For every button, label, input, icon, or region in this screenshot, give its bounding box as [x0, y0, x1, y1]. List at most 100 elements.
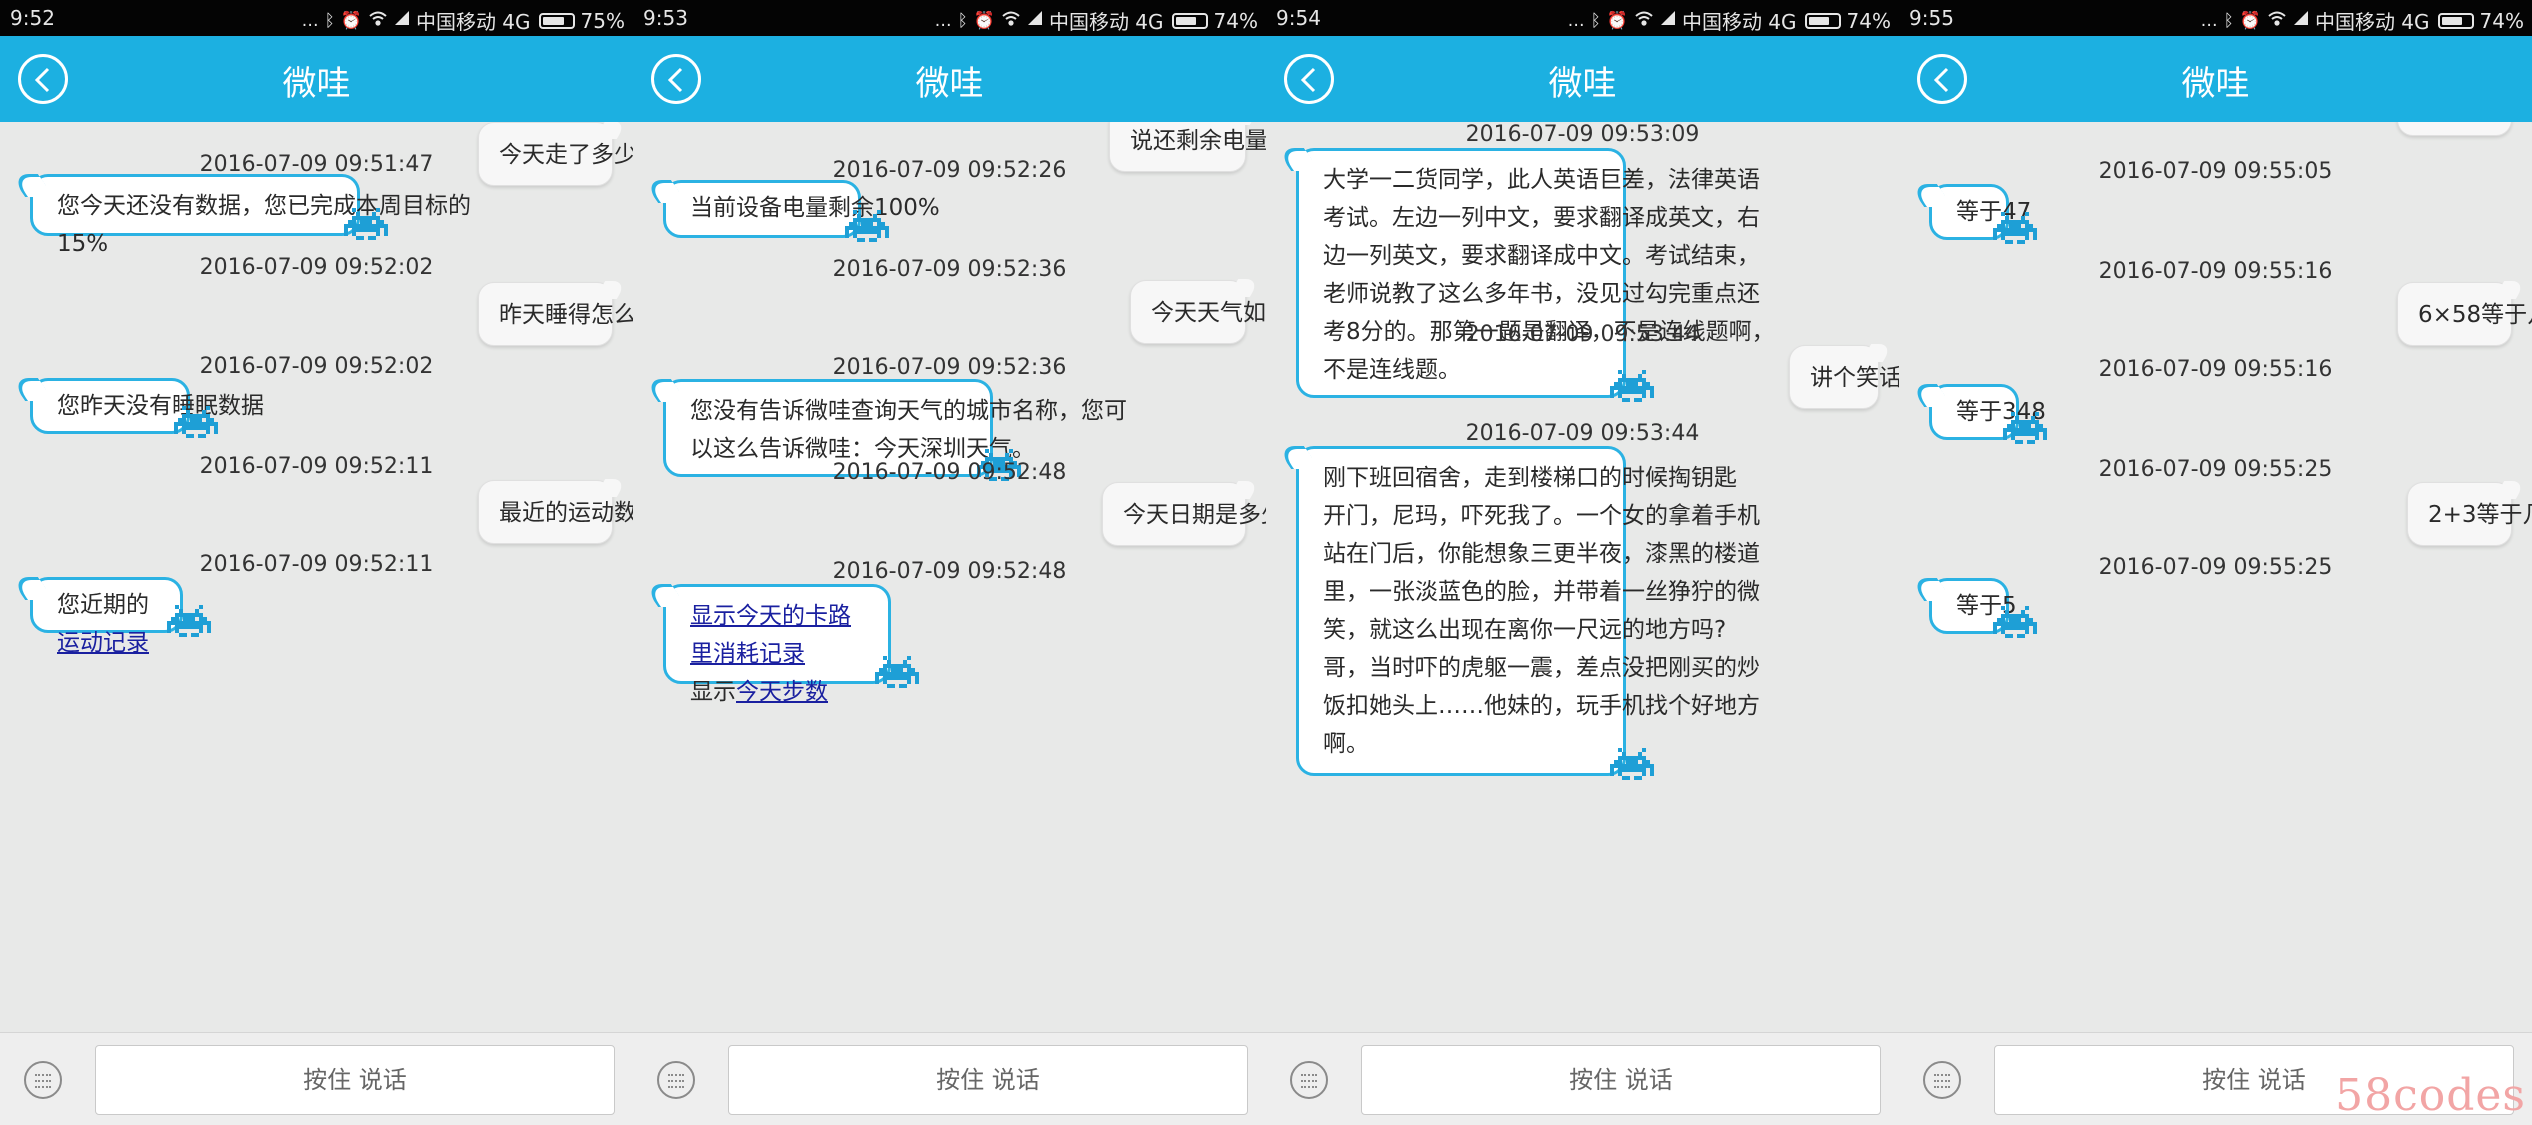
hold-to-talk-button[interactable]: 按住 说话	[95, 1045, 615, 1115]
bot-message-line: 里，一张淡蓝色的脸，并带着一丝狰狞的微	[1323, 579, 1760, 605]
title-bar: 微哇	[1899, 36, 2532, 122]
keyboard-icon[interactable]	[657, 1061, 695, 1099]
title-bar: 微哇	[1266, 36, 1899, 122]
signal-icon	[2293, 10, 2309, 31]
status-bar: 9:55 … ᛒ ⏰ 中国移动 4G 74%	[1899, 0, 2532, 36]
bot-message: 您今天还没有数据，您已完成本周目标的 15%	[30, 174, 471, 257]
message-timestamp: 2016-07-09 09:52:48	[832, 559, 1067, 584]
robot-avatar-icon	[1993, 212, 2037, 244]
steps-prefix: 显示	[690, 679, 736, 705]
message-timestamp: 2016-07-09 09:52:02	[199, 255, 434, 280]
bot-message-line: 笑，就这么出现在离你一尺远的地方吗?	[1323, 617, 1727, 643]
activity-record-link[interactable]: 运动记录	[57, 630, 149, 656]
chat-area[interactable]: 今天走了多少步2016-07-09 09:51:47您今天还没有数据，您已完成本…	[0, 122, 633, 1032]
carrier-label: 中国移动 4G	[1681, 10, 1797, 34]
wifi-icon	[2267, 10, 2287, 31]
phone-screen-3: 9:54… ᛒ ⏰ 中国移动 4G 74% 微哇 2016-07-09 09:53:09 大学…	[1266, 0, 1899, 1125]
more-dots-icon: …	[2200, 10, 2218, 31]
wifi-icon	[1001, 10, 1021, 31]
message-timestamp: 2016-07-09 09:52:36	[832, 355, 1067, 380]
title-bar: 微哇	[0, 36, 633, 122]
keyboard-icon[interactable]	[1923, 1061, 1961, 1099]
chat-area[interactable]: 235÷5等于几 2016-07-09 09:55:05 等于47 2016-07-0…	[1899, 122, 2532, 1032]
alarm-icon: ⏰	[2239, 10, 2261, 31]
battery-icon	[1804, 12, 1841, 29]
message-timestamp: 2016-07-09 09:52:02	[199, 354, 434, 379]
screens-container: 9:52…ᛒ⏰中国移动 4G75%微哇今天走了多少步2016-07-09 09:…	[0, 0, 2532, 1125]
signal-icon	[1027, 10, 1043, 31]
status-right: … ᛒ ⏰ 中国移动 4G 74%	[1568, 6, 1891, 35]
alarm-icon: ⏰	[1606, 10, 1628, 31]
phone-screen-2: 9:53…ᛒ⏰中国移动 4G74%微哇说还剩余电量。2016-07-09 09:…	[633, 0, 1266, 1125]
battery-percent: 74%	[1213, 8, 1258, 33]
carrier-label: 中国移动 4G	[415, 10, 531, 34]
user-message-text: 今天日期是多少啊	[1123, 502, 1266, 528]
page-title: 微哇	[915, 64, 984, 104]
message-timestamp: 2016-07-09 09:55:25	[2098, 457, 2333, 482]
user-message: 最近的运动数据	[478, 480, 633, 544]
bot-message-line: 等于47	[1956, 199, 2032, 225]
wifi-icon	[368, 10, 388, 31]
status-time: 9:53	[643, 6, 688, 30]
user-message-text: 最近的运动数据	[499, 500, 633, 526]
user-message: 6×58等于几	[2397, 282, 2532, 346]
alarm-icon: ⏰	[340, 10, 362, 31]
status-bar: 9:52 … ᛒ ⏰ 中国移动 4G 75%	[0, 0, 633, 36]
message-timestamp: 2016-07-09 09:52:11	[199, 552, 434, 577]
wifi-icon	[1634, 10, 1654, 31]
user-message: 讲个笑话	[1789, 345, 1899, 409]
chat-area[interactable]: 说还剩余电量。2016-07-09 09:52:26当前设备电量剩余100%20…	[633, 122, 1266, 1032]
battery-fill	[1175, 16, 1197, 25]
bot-message-line: 饭扣她头上……他妹的，玩手机找个好地方	[1323, 693, 1760, 719]
chat-area[interactable]: 2016-07-09 09:53:09 大学一二货同学，此人英语巨差，法律英语 考试…	[1266, 122, 1899, 1032]
more-dots-icon: …	[1567, 10, 1585, 31]
hold-to-talk-button[interactable]: 按住 说话	[728, 1045, 1248, 1115]
more-dots-icon: …	[301, 10, 319, 31]
message-timestamp: 2016-07-09 09:53:44	[1465, 322, 1700, 347]
activity-line: 您近期的运动记录	[57, 586, 156, 662]
user-message: 今天天气如何	[1130, 280, 1266, 344]
carrier-label: 中国移动 4G	[2314, 10, 2430, 34]
calorie-record-link[interactable]: 显示今天的卡路里消耗记录	[690, 597, 864, 673]
bluetooth-icon: ᛒ	[957, 10, 968, 31]
phone-screen-1: 9:52 …ᛒ⏰ 中国移动 4G 75% 微哇今天走了多少步2016-07-09 09:…	[0, 0, 633, 1125]
page-title: 微哇	[1548, 64, 1617, 104]
bot-message-line: 不是连线题。	[1323, 357, 1461, 383]
hold-to-talk-button[interactable]: 按住 说话	[1361, 1045, 1881, 1115]
bluetooth-icon: ᛒ	[1590, 10, 1601, 31]
bot-message: 显示今天的卡路里消耗记录显示今天步数	[663, 584, 891, 705]
page-title: 微哇	[2181, 64, 2250, 104]
robot-avatar-icon	[1610, 370, 1654, 402]
user-message-text: 说还剩余电量。	[1130, 128, 1266, 154]
battery-icon	[1171, 12, 1208, 29]
activity-prefix: 您近期的	[57, 592, 149, 618]
bot-message-line: 等于348	[1956, 399, 2046, 425]
bot-message-line: 您没有告诉微哇查询天气的城市名称，您可	[690, 398, 1127, 424]
message-timestamp: 2016-07-09 09:53:44	[1465, 421, 1700, 446]
bot-message: 刚下班回宿舍，走到楼梯口的时候掏钥匙 开门，尼玛，吓死我了。一个女的拿着手机 站在门…	[1296, 446, 1760, 776]
bot-message: 您昨天没有睡眠数据	[30, 378, 264, 434]
battery-icon	[2437, 12, 2474, 29]
bot-message: 当前设备电量剩余100%	[663, 180, 940, 238]
carrier-label: 中国移动 4G	[1048, 10, 1164, 34]
watermark: 58codes	[2335, 1070, 2526, 1121]
input-bar: 按住 说话	[1266, 1032, 1899, 1125]
message-timestamp: 2016-07-09 09:52:11	[199, 454, 434, 479]
battery-percent: 74%	[1846, 8, 1891, 33]
bot-message-line: 开门，尼玛，吓死我了。一个女的拿着手机	[1323, 503, 1760, 529]
bot-message-line: 大学一二货同学，此人英语巨差，法律英语	[1323, 167, 1760, 193]
input-bar: 按住 说话	[0, 1032, 633, 1125]
user-message: 235÷5等于几	[2397, 122, 2512, 136]
user-message-text: 昨天睡得怎么样	[499, 302, 633, 328]
battery-fill	[1808, 16, 1830, 25]
keyboard-icon[interactable]	[24, 1061, 62, 1099]
battery-icon	[538, 12, 575, 29]
message-timestamp: 2016-07-09 09:53:09	[1465, 122, 1700, 147]
keyboard-icon[interactable]	[1290, 1061, 1328, 1099]
message-timestamp: 2016-07-09 09:55:05	[2098, 159, 2333, 184]
user-message: 2+3等于几	[2407, 482, 2532, 546]
today-steps-link[interactable]: 今天步数	[736, 679, 828, 705]
robot-avatar-icon	[845, 210, 889, 242]
bot-message-line: 考试。左边一列中文，要求翻译成英文，右	[1323, 205, 1760, 231]
robot-avatar-icon	[1610, 748, 1654, 780]
